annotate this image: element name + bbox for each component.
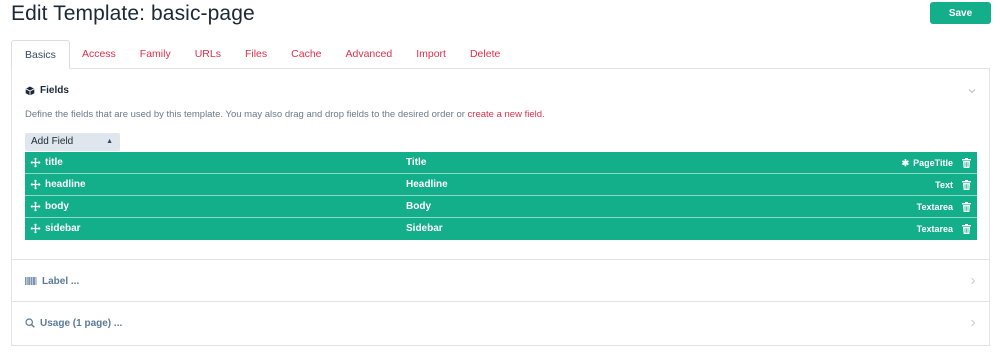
tab-bar: Basics Access Family URLs Files Cache Ad… bbox=[11, 40, 512, 69]
trash-icon[interactable] bbox=[962, 202, 971, 212]
field-name[interactable]: sidebar bbox=[45, 218, 81, 240]
select-arrows-icon: ▲ bbox=[106, 138, 113, 145]
chevron-right-icon[interactable] bbox=[969, 318, 977, 328]
field-type: Text bbox=[935, 174, 953, 196]
move-arrows-icon[interactable] bbox=[30, 201, 41, 212]
label-section-title: Label ... bbox=[42, 275, 80, 287]
move-arrows-icon[interactable] bbox=[30, 223, 41, 234]
tab-advanced[interactable]: Advanced bbox=[334, 40, 405, 69]
field-type-label: PageTitle bbox=[913, 158, 953, 168]
tab-urls[interactable]: URLs bbox=[183, 40, 233, 69]
field-label: Headline bbox=[406, 179, 448, 190]
field-type: ✱ PageTitle bbox=[902, 152, 953, 174]
fields-description-text: Define the fields that are used by this … bbox=[25, 109, 465, 120]
trash-icon[interactable] bbox=[962, 180, 971, 190]
chevron-down-icon[interactable] bbox=[967, 86, 977, 96]
trash-icon[interactable] bbox=[962, 158, 971, 168]
tab-panel-basics: Fields Define the fields that are used b… bbox=[11, 68, 990, 346]
usage-section-header[interactable]: Usage (1 page) ... bbox=[25, 302, 122, 344]
label-section: Label ... bbox=[12, 260, 989, 302]
tab-basics[interactable]: Basics bbox=[11, 40, 70, 69]
usage-section: Usage (1 page) ... bbox=[12, 302, 989, 345]
tab-import[interactable]: Import bbox=[404, 40, 458, 69]
page-title: Edit Template: basic-page bbox=[11, 2, 255, 25]
cube-icon bbox=[25, 86, 35, 96]
move-arrows-icon[interactable] bbox=[30, 179, 41, 190]
trash-icon[interactable] bbox=[962, 224, 971, 234]
field-row-body[interactable]: body Body Textarea bbox=[25, 196, 977, 218]
required-asterisk-icon: ✱ bbox=[901, 158, 910, 168]
field-type-label: Text bbox=[935, 180, 953, 190]
field-name[interactable]: title bbox=[45, 152, 63, 174]
tab-delete[interactable]: Delete bbox=[458, 40, 512, 69]
label-section-header[interactable]: Label ... bbox=[25, 260, 79, 302]
chevron-right-icon[interactable] bbox=[969, 276, 977, 286]
save-button[interactable]: Save bbox=[930, 2, 991, 24]
add-field-select-value: Add Field bbox=[31, 136, 74, 147]
field-name[interactable]: headline bbox=[45, 174, 86, 196]
fields-section: Fields Define the fields that are used b… bbox=[12, 69, 989, 260]
tab-files[interactable]: Files bbox=[233, 40, 279, 69]
field-name[interactable]: body bbox=[45, 196, 69, 218]
barcode-icon bbox=[25, 277, 37, 285]
fields-section-title: Fields bbox=[40, 85, 69, 96]
fields-description: Define the fields that are used by this … bbox=[25, 109, 545, 120]
field-type-label: Textarea bbox=[916, 224, 953, 234]
add-field-select[interactable]: Add Field ▲ bbox=[25, 133, 120, 151]
tab-family[interactable]: Family bbox=[128, 40, 183, 69]
field-type-label: Textarea bbox=[916, 202, 953, 212]
field-label: Body bbox=[406, 201, 431, 212]
field-row-title[interactable]: title Title ✱ PageTitle bbox=[25, 152, 977, 174]
create-new-field-link[interactable]: create a new field. bbox=[468, 109, 545, 120]
tab-access[interactable]: Access bbox=[70, 40, 128, 69]
usage-section-title: Usage (1 page) ... bbox=[40, 317, 123, 329]
tab-cache[interactable]: Cache bbox=[279, 40, 333, 69]
move-arrows-icon[interactable] bbox=[30, 157, 41, 168]
search-icon bbox=[25, 318, 35, 328]
field-type: Textarea bbox=[917, 196, 953, 218]
fields-section-header[interactable]: Fields bbox=[25, 85, 69, 96]
field-label: Sidebar bbox=[406, 223, 443, 234]
field-row-headline[interactable]: headline Headline Text bbox=[25, 174, 977, 196]
field-list: title Title ✱ PageTitle headline Headlin… bbox=[25, 152, 977, 240]
field-type: Textarea bbox=[917, 218, 953, 240]
field-row-sidebar[interactable]: sidebar Sidebar Textarea bbox=[25, 218, 977, 240]
field-label: Title bbox=[406, 157, 427, 168]
